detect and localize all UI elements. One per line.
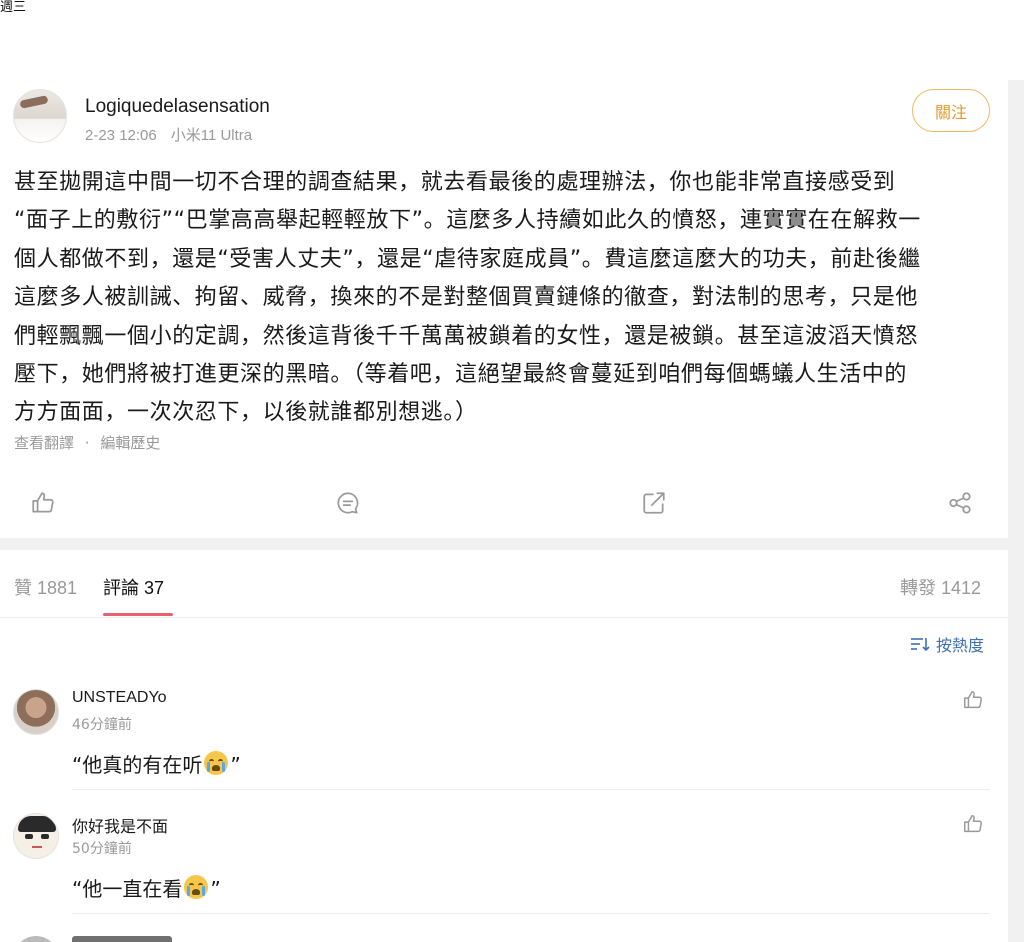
post-meta: 2-23 12:06 小米11 Ultra	[85, 124, 252, 145]
post-line: 這麼多人被訓誡、拘留、威脅，換來的不是對整個買賣鏈條的徹查，對法制的思考，只是他	[14, 285, 919, 311]
commenter-name-clipped	[72, 936, 172, 942]
comment-like-icon[interactable]	[962, 813, 984, 835]
comment-text: “他真的有在听 ”	[72, 749, 241, 778]
tab-comments-count: 37	[144, 578, 165, 598]
post-line: 個人都做不到，還是“受害人丈夫”，還是“虐待家庭成員”。費這麼這麼大的功夫，前赴…	[14, 246, 921, 272]
comment-divider	[72, 789, 990, 790]
comments-section: 贊 1881 評論 37 轉發 1412 按熱度 UNSTEADYo 46分鐘前…	[0, 550, 1008, 942]
tab-reposts[interactable]: 轉發 1412	[900, 574, 981, 600]
active-tab-indicator	[103, 613, 173, 616]
follow-button[interactable]: 關注	[912, 89, 990, 132]
comment-divider	[72, 913, 990, 914]
comment-text: “他一直在看 ”	[72, 873, 221, 902]
tabs-divider	[0, 617, 1008, 618]
tab-reposts-count: 1412	[941, 578, 982, 598]
post-line: 壓下，她們將被打進更深的黑暗。（等着吧，這絕望最終會蔓延到咱們每個螞蟻人生活中的	[14, 362, 908, 388]
tab-comments-label: 評論	[103, 578, 139, 598]
tab-likes-label: 贊	[14, 578, 32, 598]
commenter-avatar[interactable]	[13, 689, 59, 735]
sort-label: 按熱度	[936, 636, 985, 655]
commenter-avatar	[13, 936, 59, 942]
crying-face-icon	[184, 875, 209, 899]
comment-text-main: “他真的有在听	[72, 753, 203, 777]
comment-like-icon[interactable]	[962, 689, 984, 711]
clipped-header-text: 週三	[0, 0, 27, 15]
tab-likes-count: 1881	[37, 578, 78, 598]
comment-text-main: “他一直在看	[72, 877, 183, 901]
next-comment-partial	[0, 936, 1008, 942]
link-separator: ·	[84, 434, 90, 452]
post-card: Logiquedelasensation 2-23 12:06 小米11 Ultr…	[0, 80, 1008, 538]
author-name[interactable]: Logiquedelasensation	[85, 96, 270, 118]
post-line: “面子上的敷衍”“巴掌高高舉起輕輕放下”。這麼多人持續如此久的憤怒，連實實在在解…	[14, 208, 921, 234]
comment-text-end: ”	[230, 753, 241, 777]
crying-face-icon	[204, 751, 229, 775]
top-strip: 週三	[0, 0, 1024, 80]
sort-icon	[910, 636, 930, 652]
post-line: 甚至拋開這中間一切不合理的調查結果，就去看最後的處理辦法，你也能非常直接感受到	[14, 170, 896, 195]
repost-icon[interactable]	[641, 490, 667, 516]
post-line: 們輕飄飄一個小的定調，然後這背後千千萬萬被鎖着的女性，還是被鎖。甚至這波滔天憤怒	[14, 323, 919, 349]
post-links: 查看翻譯 · 編輯歷史	[14, 432, 160, 453]
tab-comments[interactable]: 評論 37	[103, 574, 164, 600]
commenter-avatar[interactable]	[13, 813, 59, 859]
tab-reposts-label: 轉發	[900, 578, 936, 598]
comment-item: UNSTEADYo 46分鐘前 “他真的有在听 ”	[0, 689, 1008, 813]
commenter-name[interactable]: UNSTEADYo	[72, 689, 167, 707]
share-icon[interactable]	[947, 490, 973, 516]
comment-time: 46分鐘前	[72, 717, 132, 733]
tab-likes[interactable]: 贊 1881	[14, 574, 77, 600]
comment-icon[interactable]	[335, 490, 361, 516]
post-date: 2-23 12:06	[85, 127, 157, 144]
comment-time: 50分鐘前	[72, 841, 132, 857]
comment-item: 你好我是不面 50分鐘前 “他一直在看 ”	[0, 813, 1008, 937]
sort-button[interactable]: 按熱度	[910, 632, 984, 656]
post-device: 小米11 Ultra	[170, 127, 253, 144]
commenter-name[interactable]: 你好我是不面	[72, 813, 168, 837]
post-body: 甚至拋開這中間一切不合理的調查結果，就去看最後的處理辦法，你也能非常直接感受到 …	[14, 164, 994, 433]
comment-text-end: ”	[210, 877, 221, 901]
edit-history-link[interactable]: 編輯歷史	[100, 434, 160, 452]
author-avatar[interactable]	[13, 89, 67, 143]
translate-link[interactable]: 查看翻譯	[14, 434, 74, 452]
post-line: 方方面面，一次次忍下，以後就誰都別想逃。）	[14, 400, 478, 426]
like-icon[interactable]	[30, 490, 56, 516]
